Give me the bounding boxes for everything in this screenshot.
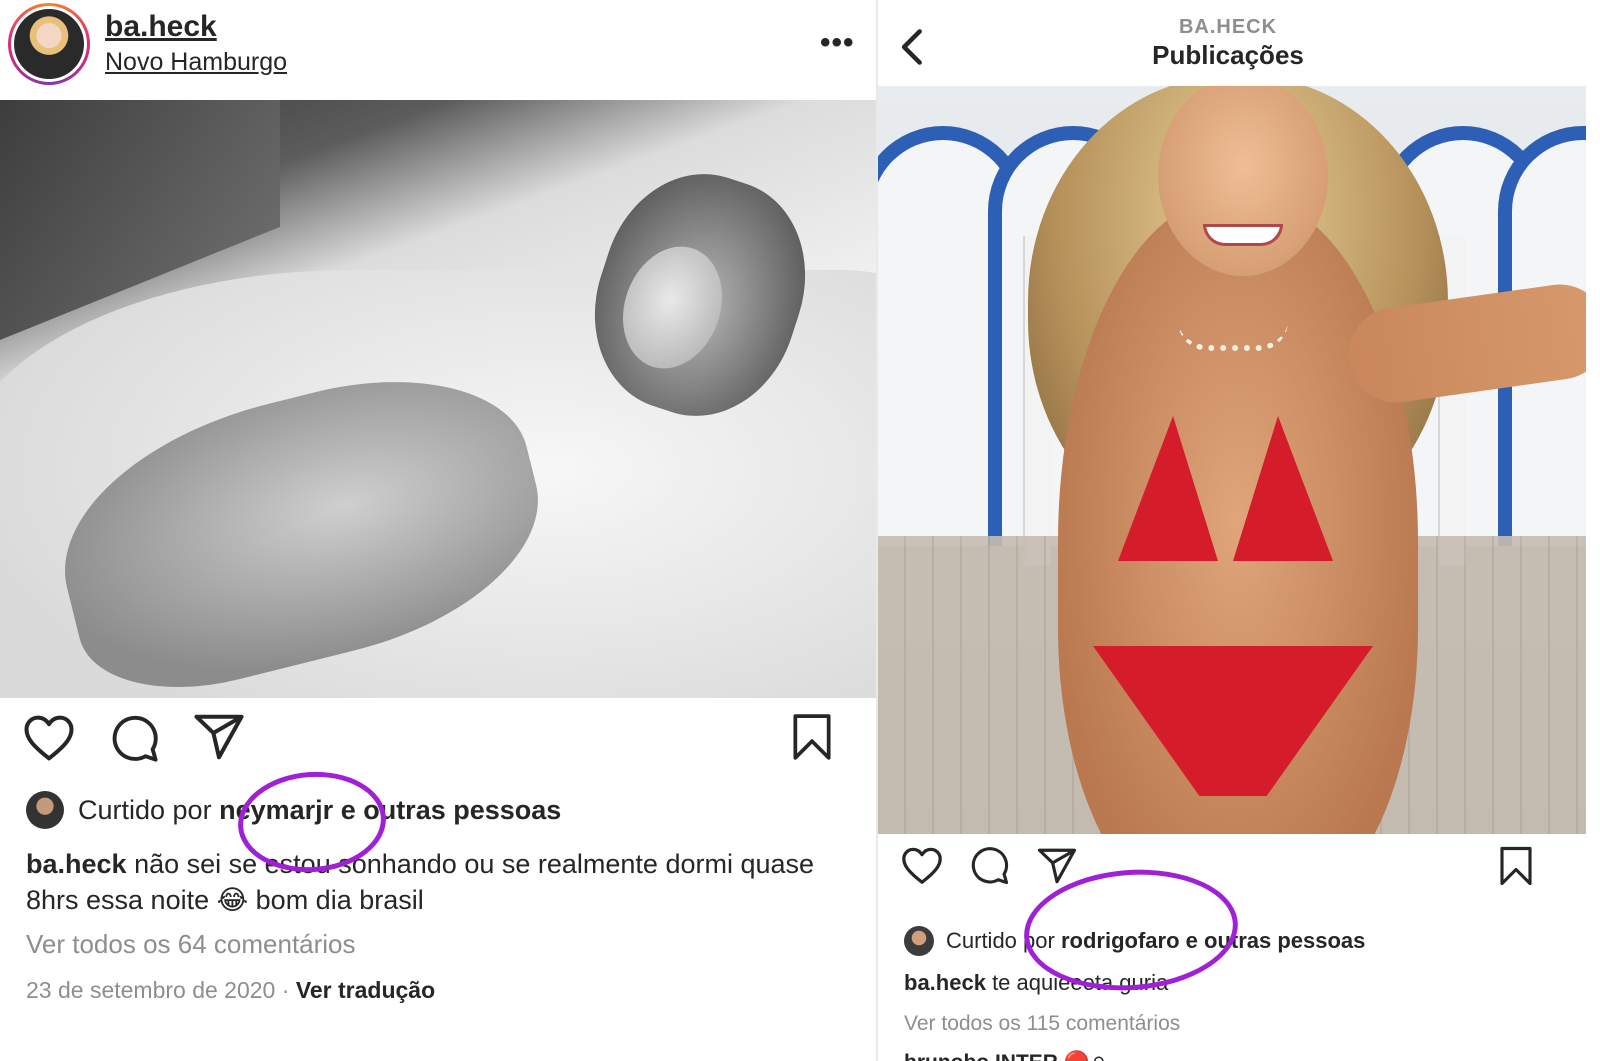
share-icon[interactable] — [1036, 846, 1078, 886]
translate-link[interactable]: Ver tradução — [296, 977, 435, 1003]
post-date-row: 23 de setembro de 2020 · Ver tradução — [26, 977, 435, 1004]
liked-prefix: Curtido por — [78, 794, 212, 825]
header-owner: BA.HECK — [1178, 16, 1278, 38]
view-comments-link[interactable]: Ver todos os 115 comentários — [904, 1012, 1180, 1036]
liked-user[interactable]: neymarjr — [219, 795, 333, 826]
bookmark-icon[interactable] — [1498, 845, 1534, 887]
liked-prefix: Curtido por — [946, 928, 1055, 953]
caption-text: te aquieeeta guria — [992, 970, 1169, 995]
comment-preview: brunobo INTER 🔴⚪ — [904, 1050, 1108, 1061]
caption-user[interactable]: ba.heck — [26, 849, 127, 879]
post-caption: ba.heck não sei se estou sonhando ou se … — [26, 846, 846, 918]
bookmark-icon[interactable] — [790, 712, 834, 762]
liked-suffix[interactable]: e outras pessoas — [1186, 928, 1366, 954]
right-post: BA.HECK Publicações Curtido por rodrigof… — [878, 0, 1600, 1061]
post-caption: ba.heck te aquieeeta guria — [904, 970, 1168, 996]
more-icon[interactable]: ••• — [820, 26, 855, 60]
left-post: ba.heck Novo Hamburgo ••• Curtido por ne… — [0, 0, 876, 1061]
heart-icon[interactable] — [22, 712, 76, 762]
post-photo[interactable] — [878, 86, 1586, 834]
heart-icon[interactable] — [900, 845, 944, 885]
liked-suffix[interactable]: e outras pessoas — [341, 795, 562, 826]
post-location[interactable]: Novo Hamburgo — [105, 48, 287, 77]
header-title: Publicações — [1152, 40, 1304, 70]
post-photo[interactable] — [0, 100, 876, 698]
liked-user[interactable]: rodrigofaro — [1061, 928, 1180, 954]
caption-text: não sei se estou sonhando ou se realment… — [26, 849, 815, 915]
post-username[interactable]: ba.heck — [105, 10, 217, 44]
comment-icon[interactable] — [968, 844, 1010, 886]
liked-by: Curtido por rodrigofaro e outras pessoas — [904, 925, 1365, 957]
share-icon[interactable] — [192, 712, 246, 762]
post-date: 23 de setembro de 2020 — [26, 977, 276, 1003]
comment-icon[interactable] — [108, 712, 160, 764]
caption-user[interactable]: ba.heck — [904, 970, 986, 995]
liked-by: Curtido por neymarjr e outras pessoas — [26, 790, 561, 830]
liker-avatar — [26, 791, 64, 829]
view-comments-link[interactable]: Ver todos os 64 comentários — [26, 929, 356, 960]
date-separator: · — [281, 977, 290, 1003]
liker-avatar — [904, 926, 934, 956]
profile-avatar[interactable] — [8, 3, 90, 85]
